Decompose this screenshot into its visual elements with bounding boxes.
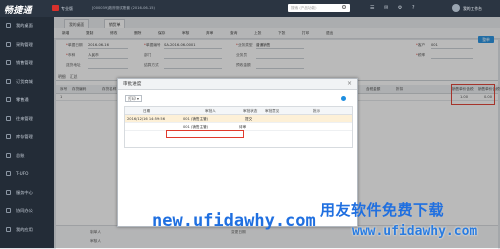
row-approver: 001 (销售主管) <box>183 124 209 129</box>
approval-table: 日期 审批人 审批状态 审批意见 批示 2016/12/16 14:59:56 … <box>124 106 353 148</box>
sidebar-item[interactable]: 我的桌面 <box>0 19 54 33</box>
sidebar-item[interactable]: 往来管理 <box>0 112 54 126</box>
sidebar-item-label: 往来管理 <box>16 115 33 121</box>
user-label[interactable]: 我的工作台 <box>463 6 482 12</box>
sidebar-item[interactable]: 零售通 <box>0 93 54 107</box>
sidebar-item[interactable]: 我的应用 <box>0 223 54 237</box>
col-opinion: 审批意见 <box>265 108 280 113</box>
close-icon[interactable]: × <box>347 80 352 87</box>
sidebar-item-label: T-UFO <box>16 171 29 176</box>
sidebar-item-label: 采购管理 <box>16 41 33 47</box>
row-date: 2016/12/16 14:59:56 <box>127 116 165 121</box>
watermark-url-secondary: www.ufidawhy.com <box>352 224 478 239</box>
sidebar: 我的桌面采购管理销售管理订货商城零售通往来管理库存管理总账 T-UFO 服务中心协同… <box>0 17 54 248</box>
company-info: [000039]政府测试账套 (2016-06-15) <box>92 6 155 10</box>
sidebar-item-label: 零售通 <box>16 97 29 102</box>
row-approver: 001 (销售主管) <box>183 116 209 121</box>
sidebar-item-label: 服务中心 <box>16 189 33 195</box>
dialog-title: 审批进度 <box>123 82 142 87</box>
table-row[interactable]: 2016/12/16 14:59:56 001 (销售主管) 提交 <box>125 115 352 123</box>
top-toolbar-icons[interactable]: ☰ ✉ ⚙ ? <box>370 5 419 11</box>
highlight-box-pending-approver <box>166 130 244 138</box>
sidebar-item[interactable]: 服务中心 <box>0 186 54 200</box>
app-logo[interactable]: 畅捷通 <box>4 3 32 16</box>
report-icon <box>6 171 11 176</box>
col-note: 批示 <box>313 108 321 113</box>
collab-icon <box>6 208 11 213</box>
sidebar-item-label: 我的应用 <box>16 226 33 232</box>
sidebar-item[interactable]: 总账 <box>0 149 54 163</box>
sidebar-item-label: 我的桌面 <box>16 23 33 28</box>
exchange-icon <box>6 115 11 121</box>
sales-icon <box>6 60 11 65</box>
row-status: 提交 <box>245 116 253 121</box>
cart-icon <box>6 41 11 47</box>
logo-badge-icon <box>52 5 59 11</box>
apps-icon <box>6 226 11 232</box>
dialog-title-bar[interactable] <box>118 79 357 90</box>
sidebar-item[interactable]: 采购管理 <box>0 38 54 52</box>
service-icon <box>6 189 11 195</box>
col-date: 日期 <box>143 108 151 113</box>
col-approver: 审批人 <box>205 108 216 113</box>
store-icon <box>6 78 11 84</box>
home-icon <box>6 23 11 28</box>
approval-table-header: 日期 审批人 审批状态 审批意见 批示 <box>125 107 352 115</box>
search-placeholder: 搜索 (产品功能) <box>291 6 317 10</box>
box-icon <box>6 134 11 139</box>
retail-icon <box>6 97 11 102</box>
sidebar-item-label: 销售管理 <box>16 60 33 65</box>
sidebar-item[interactable]: 库存管理 <box>0 130 54 144</box>
top-bar <box>0 0 500 17</box>
watermark-url: new.ufidawhy.com <box>152 211 316 231</box>
sidebar-item[interactable]: 销售管理 <box>0 56 54 70</box>
search-input[interactable]: 搜索 (产品功能) <box>288 4 350 12</box>
sidebar-item-label: 库存管理 <box>16 134 33 139</box>
avatar[interactable] <box>452 4 460 12</box>
sidebar-item[interactable]: 协同办公 <box>0 204 54 218</box>
search-icon[interactable] <box>342 5 346 9</box>
col-status: 审批状态 <box>243 108 258 113</box>
ledger-icon <box>6 152 11 158</box>
watermark-cn: 用友软件免费下载 <box>320 201 445 219</box>
row-status: 待审 <box>239 124 247 129</box>
help-icon[interactable] <box>341 96 346 101</box>
sidebar-item[interactable]: 订货商城 <box>0 75 54 89</box>
sidebar-item-label: 总账 <box>16 152 25 158</box>
sidebar-item[interactable]: T-UFO <box>0 167 54 181</box>
print-button[interactable]: 打印 ▾ <box>125 95 142 102</box>
sidebar-item-label: 协同办公 <box>16 208 33 213</box>
edition-label: 专业版 <box>61 6 73 11</box>
sidebar-item-label: 订货商城 <box>16 78 33 84</box>
